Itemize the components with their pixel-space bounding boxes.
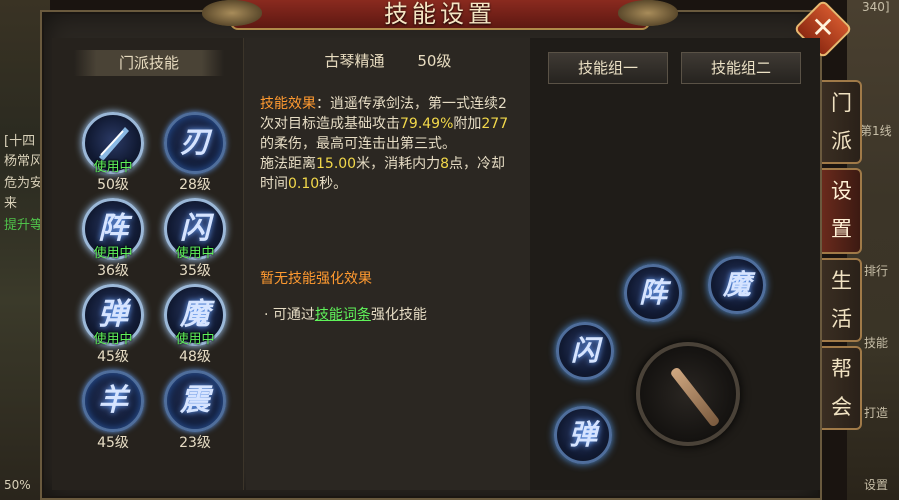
line-indicator[interactable]: 第1线 bbox=[860, 122, 892, 139]
skill-slot-5[interactable]: 弹 使用中 45级 bbox=[78, 284, 148, 366]
cast-stats: 施法距离15.00米，消耗内力8点，冷却时间0.10秒。 bbox=[260, 154, 518, 194]
tab-label: 帮会 bbox=[831, 357, 852, 419]
in-use-badge: 使用中 bbox=[175, 332, 215, 347]
tab-label: 生活 bbox=[831, 269, 852, 331]
range-value: 15.00 bbox=[316, 156, 357, 172]
cooldown-value: 0.10 bbox=[288, 176, 320, 192]
bounce-icon[interactable]: 弹 bbox=[554, 406, 612, 464]
skill-slot-4[interactable]: 闪 使用中 35级 bbox=[160, 198, 230, 280]
tab-label: 门派 bbox=[831, 91, 852, 153]
skill-group-column: 技能组一 技能组二 阵 魔 闪 弹 bbox=[530, 38, 820, 490]
skill-glyph: 刃 bbox=[180, 125, 210, 160]
range-unit: 米，消耗内力 bbox=[356, 156, 441, 172]
skill-level: 36级 bbox=[97, 263, 129, 279]
in-use-badge: 使用中 bbox=[93, 246, 133, 261]
tab-settings[interactable]: 设置 bbox=[822, 168, 862, 254]
skill-level: 45级 bbox=[97, 349, 129, 365]
tab-life[interactable]: 生活 bbox=[822, 258, 862, 342]
flash-icon[interactable]: 闪 bbox=[556, 322, 614, 380]
skill-description: 技能效果：逍遥传承剑法，第一式连续2次对目标造成基础攻击79.49%附加277的… bbox=[260, 94, 518, 194]
effect-damage: 277 bbox=[481, 116, 509, 132]
effect-text: 附加 bbox=[453, 116, 482, 132]
chat-line: 杨常风 bbox=[4, 154, 44, 169]
skill-detail-header: 古琴精通 50级 bbox=[246, 50, 530, 71]
enhance-hint: · 可通过技能词条强化技能 bbox=[264, 304, 427, 324]
skill-glyph: 羊 bbox=[98, 383, 128, 418]
magic-icon[interactable]: 魔 bbox=[708, 256, 766, 314]
map-coords: 340] bbox=[862, 0, 890, 14]
section-header-sect-skills: 门派技能 bbox=[74, 50, 224, 76]
effect-label: 技能效果 bbox=[260, 96, 316, 112]
tab-label: 设置 bbox=[831, 179, 852, 241]
title-bar: 技能设置 bbox=[202, 0, 678, 30]
effect-percent: 79.49% bbox=[400, 116, 454, 132]
skill-level: 50级 bbox=[97, 177, 129, 193]
skill-glyph: 震 bbox=[180, 383, 210, 418]
skill-slot-8[interactable]: 震 23级 bbox=[160, 370, 230, 452]
guqin-weapon-icon[interactable] bbox=[636, 342, 740, 446]
menu-settings[interactable]: 设置 bbox=[864, 476, 888, 493]
tab-guild[interactable]: 帮会 bbox=[822, 346, 862, 430]
skill-level: 45级 bbox=[97, 435, 129, 451]
skill-level: 50级 bbox=[417, 52, 452, 70]
menu-forge[interactable]: 打造 bbox=[864, 404, 888, 421]
battery-level: 50% bbox=[4, 478, 31, 492]
skill-group-2-button[interactable]: 技能组二 bbox=[681, 52, 801, 84]
skill-group-1-button[interactable]: 技能组一 bbox=[548, 52, 668, 84]
skill-level: 35级 bbox=[179, 263, 211, 279]
skill-level: 23级 bbox=[179, 435, 211, 451]
no-enhance-text: 暂无技能强化效果 bbox=[260, 271, 372, 287]
effect-text: 的柔伤，最高可连击出第三式。 bbox=[260, 136, 456, 152]
skill-slot-2[interactable]: 刃 28级 bbox=[160, 112, 230, 194]
chat-link[interactable]: 提升等 bbox=[4, 214, 43, 233]
skill-slot-6[interactable]: 魔 使用中 48级 bbox=[160, 284, 230, 366]
in-use-badge: 使用中 bbox=[175, 246, 215, 261]
menu-rank[interactable]: 排行 bbox=[864, 262, 888, 279]
tab-sect[interactable]: 门派 bbox=[822, 80, 862, 164]
skill-slot-1[interactable]: 使用中 50级 bbox=[78, 112, 148, 194]
chat-line: 危为安 bbox=[4, 176, 44, 191]
in-use-badge: 使用中 bbox=[93, 160, 133, 175]
chat-line: 来 bbox=[4, 196, 18, 211]
weapon-blade bbox=[669, 366, 721, 428]
chat-line: [十四 bbox=[4, 134, 36, 149]
skill-slot-7[interactable]: 羊 45级 bbox=[78, 370, 148, 452]
skill-level: 28级 bbox=[179, 177, 211, 193]
skill-name: 古琴精通 bbox=[324, 52, 385, 70]
formation-icon[interactable]: 阵 bbox=[624, 264, 682, 322]
page-title: 技能设置 bbox=[384, 0, 496, 28]
hint-suffix: 强化技能 bbox=[370, 307, 427, 323]
in-use-badge: 使用中 bbox=[93, 332, 133, 347]
sect-skills-column: 门派技能 使用中 50级 刃 28级 阵 使用中 36级 闪 使用中 35级 弹… bbox=[52, 38, 244, 490]
cooldown-unit: 秒。 bbox=[319, 176, 348, 192]
skill-entry-link[interactable]: 技能词条 bbox=[315, 307, 371, 323]
mp-value: 8 bbox=[440, 156, 450, 172]
skill-level: 48级 bbox=[179, 349, 211, 365]
menu-skill[interactable]: 技能 bbox=[864, 334, 888, 351]
skill-slot-3[interactable]: 阵 使用中 36级 bbox=[78, 198, 148, 280]
hint-prefix: · 可通过 bbox=[264, 307, 315, 323]
skill-detail-column: 古琴精通 50级 技能效果：逍遥传承剑法，第一式连续2次对目标造成基础攻击79.… bbox=[246, 38, 530, 490]
range-label: 施法距离 bbox=[260, 156, 316, 172]
